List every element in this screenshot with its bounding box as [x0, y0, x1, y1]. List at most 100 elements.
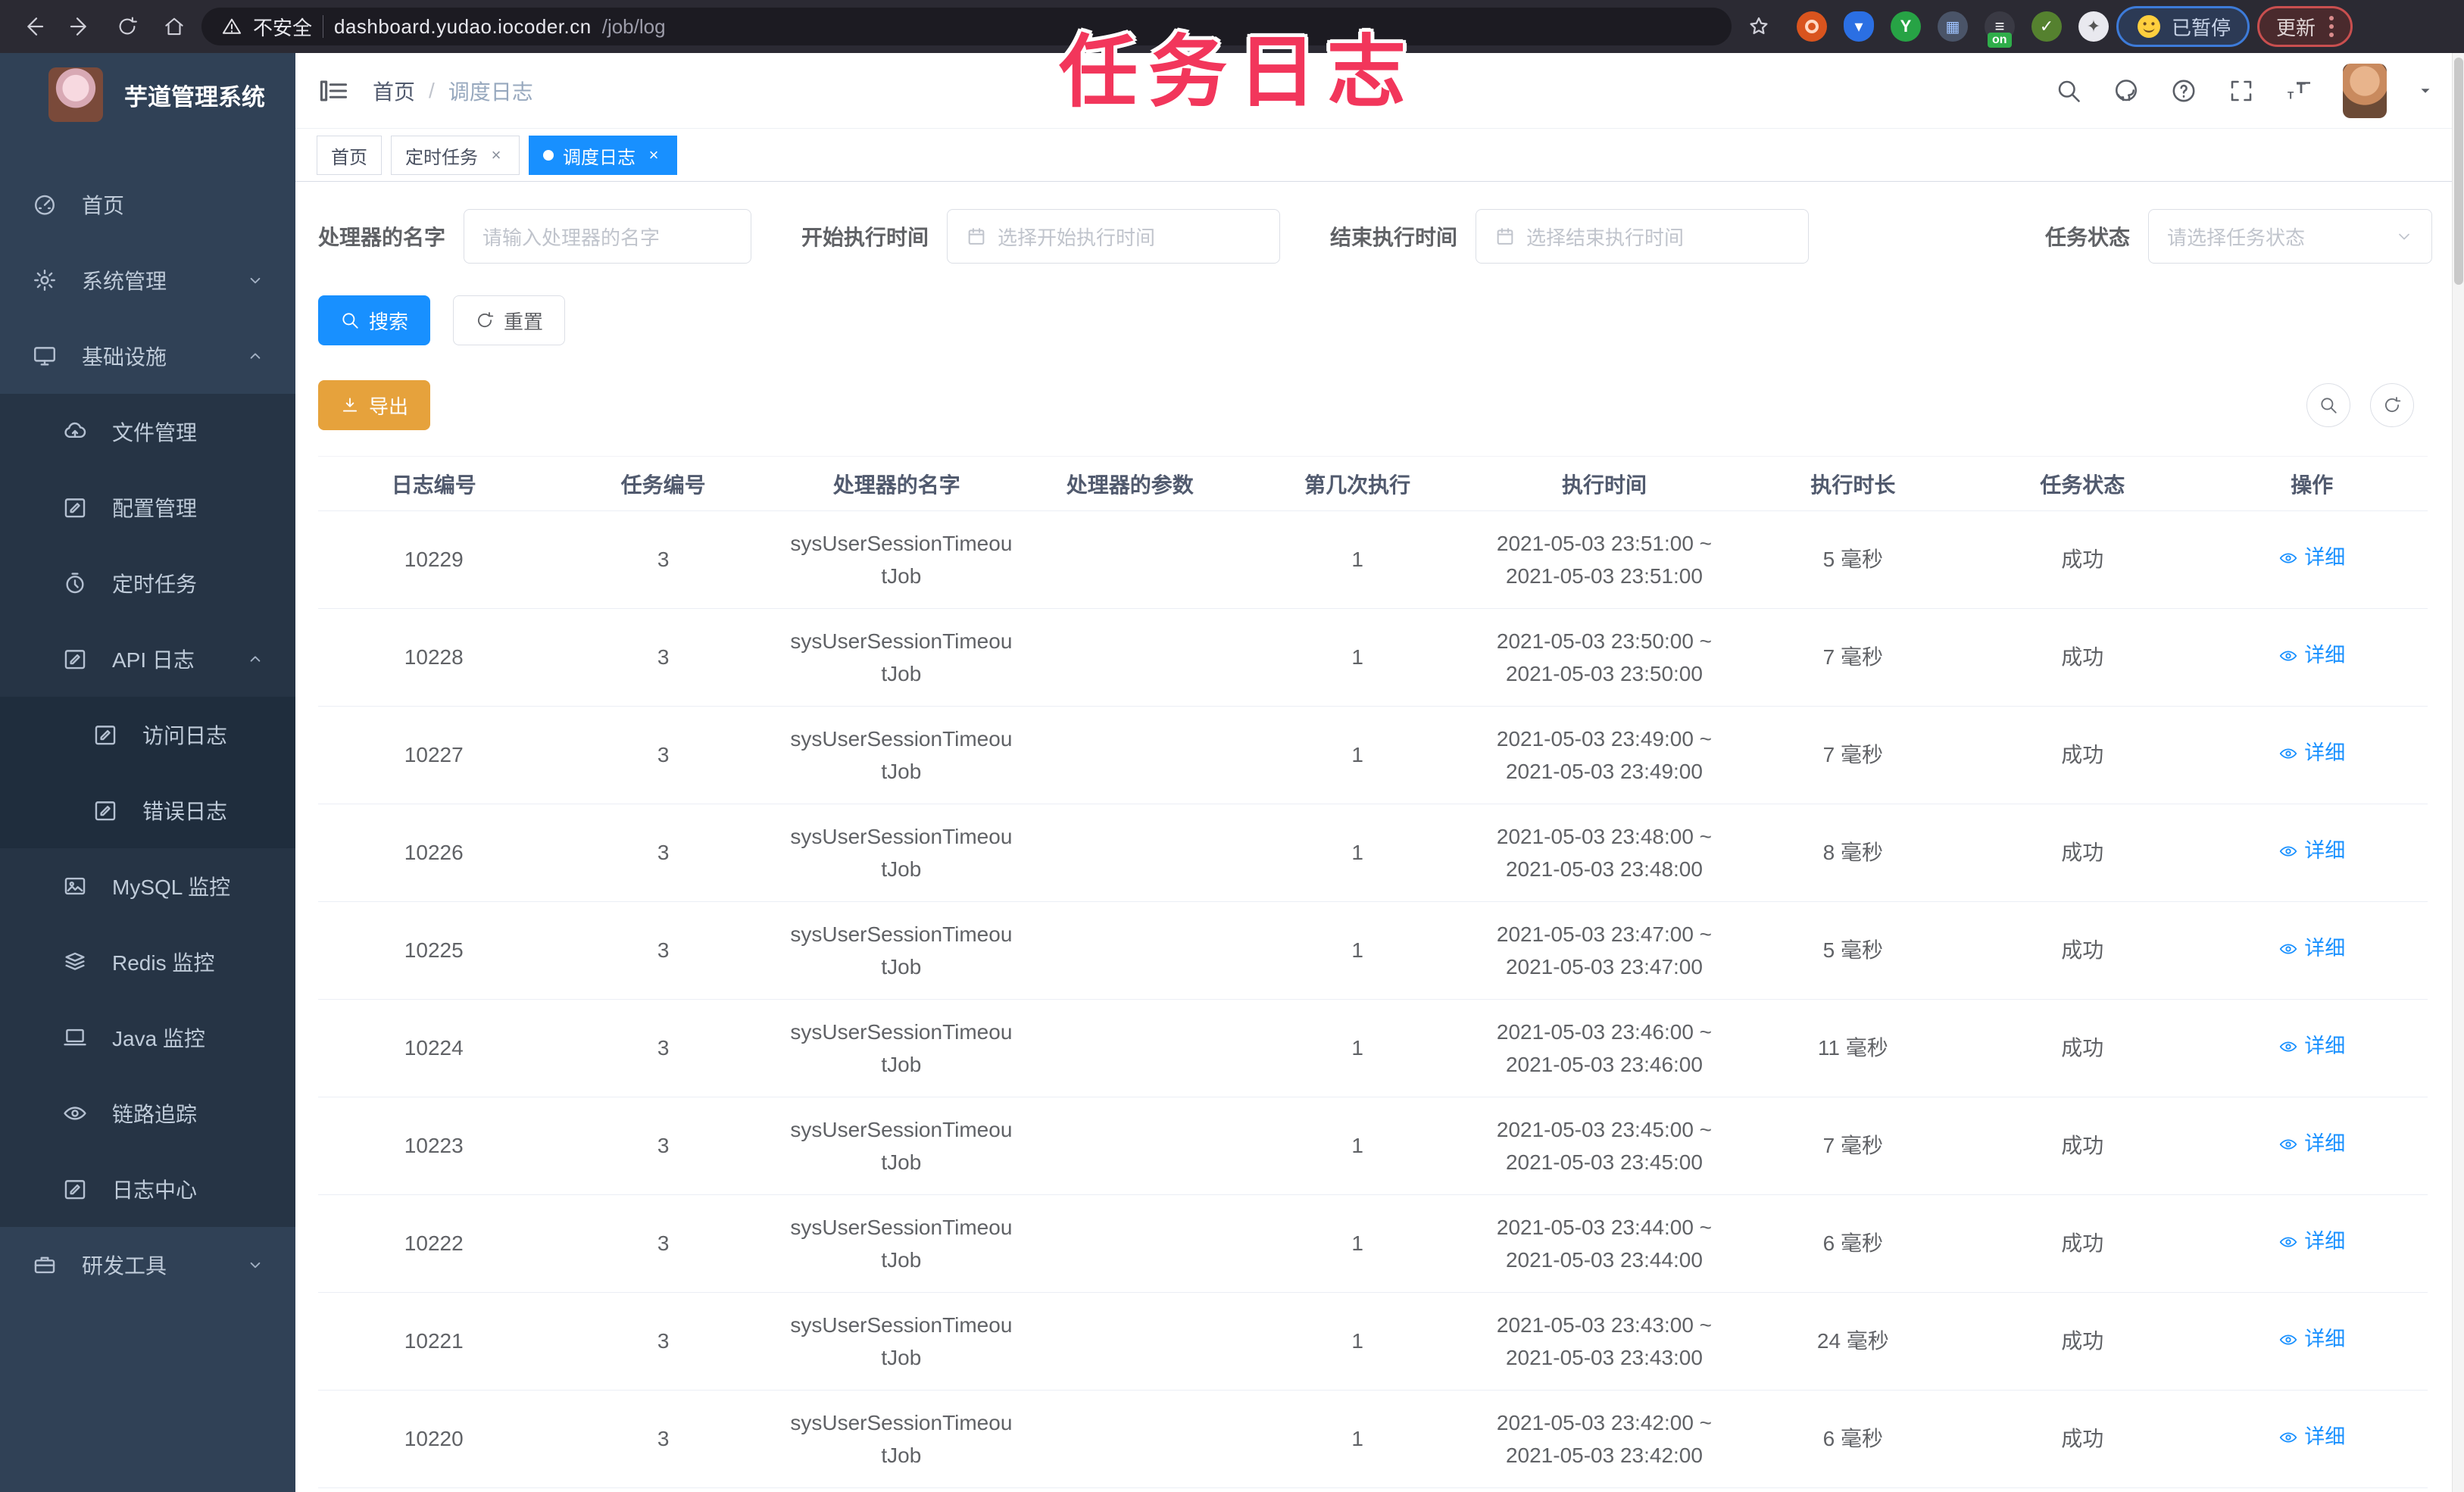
scrollbar-thumb[interactable]: [2454, 58, 2463, 285]
fullscreen-icon[interactable]: [2228, 77, 2255, 105]
puzzle-extension-icon[interactable]: ✦: [2078, 11, 2109, 42]
execute-index-cell: 1: [1243, 901, 1472, 1000]
action-cell: 详细: [2196, 510, 2428, 609]
reload-button[interactable]: [108, 7, 147, 46]
eye-icon: [62, 1100, 88, 1126]
page-scrollbar[interactable]: [2452, 53, 2464, 1492]
handler-name-input[interactable]: 请输入处理器的名字: [464, 209, 752, 264]
home-button[interactable]: [155, 7, 194, 46]
font-size-icon[interactable]: TT: [2285, 77, 2313, 105]
execute-time-cell: 2021-05-03 23:47:00 ~2021-05-03 23:47:00: [1471, 901, 1738, 1000]
action-cell: 详细: [2196, 1390, 2428, 1488]
grid-extension-icon[interactable]: ▦: [1938, 11, 1968, 42]
sidebar-item-system-mgmt[interactable]: 系统管理: [0, 242, 295, 318]
orange-extension-icon[interactable]: [1797, 11, 1827, 42]
table-row: 10221 3 sysUserSessionTimeoutJob 1 2021-05-0…: [318, 1292, 2428, 1391]
refresh-icon: [477, 312, 494, 327]
active-dot: [543, 150, 554, 161]
detail-link[interactable]: 详细: [2278, 1422, 2345, 1453]
green-leaf-extension-icon[interactable]: ✓: [2031, 11, 2062, 42]
sidebar-item-redis-monitor[interactable]: Redis 监控: [0, 924, 295, 1000]
action-cell: 详细: [2196, 1097, 2428, 1195]
detail-link[interactable]: 详细: [2278, 640, 2345, 672]
detail-link[interactable]: 详细: [2278, 1031, 2345, 1063]
help-icon[interactable]: [2170, 77, 2197, 105]
sidebar-item-trace[interactable]: 链路追踪: [0, 1075, 295, 1151]
update-button[interactable]: 更新: [2257, 6, 2353, 47]
detail-link[interactable]: 详细: [2278, 835, 2345, 867]
status-select[interactable]: 请选择任务状态: [2148, 209, 2432, 264]
end-time-label: 结束执行时间: [1330, 226, 1458, 249]
refresh-table-button[interactable]: [2370, 383, 2414, 427]
blue-pin-extension-icon[interactable]: ▾: [1844, 11, 1874, 42]
end-time-input[interactable]: 选择结束执行时间: [1476, 209, 1810, 264]
column-header: 处理器的名字: [776, 456, 1017, 511]
monitor-icon: [32, 343, 58, 369]
tab-job-log[interactable]: 调度日志 ×: [529, 136, 677, 175]
sidebar-item-java-monitor[interactable]: Java 监控: [0, 1000, 295, 1075]
sidebar-item-dev-tools[interactable]: 研发工具: [0, 1227, 295, 1303]
caret-down-icon[interactable]: [2417, 83, 2434, 99]
on-switch-extension-icon[interactable]: on ≡: [1985, 11, 2015, 48]
execute-time-cell: 2021-05-03 23:50:00 ~2021-05-03 23:50:00: [1471, 608, 1738, 707]
detail-link[interactable]: 详细: [2278, 1324, 2345, 1356]
sidebar-item-mysql-monitor[interactable]: MySQL 监控: [0, 848, 295, 924]
sidebar-item-infrastructure[interactable]: 基础设施: [0, 318, 295, 394]
handler-param-cell: [1016, 1390, 1244, 1488]
avatar[interactable]: [2343, 63, 2387, 118]
sidebar-item-log-center[interactable]: 日志中心: [0, 1151, 295, 1227]
chevron-down-icon: [245, 1255, 265, 1275]
tab-timed-task[interactable]: 定时任务 ×: [391, 136, 520, 175]
collapse-sidebar-icon[interactable]: [317, 74, 350, 108]
log-id-cell: 10220: [318, 1390, 550, 1488]
tab-close-icon[interactable]: ×: [645, 145, 663, 164]
detail-link[interactable]: 详细: [2278, 738, 2345, 769]
detail-link[interactable]: 详细: [2278, 933, 2345, 965]
log-id-cell: 10229: [318, 510, 550, 609]
bookmark-star-icon[interactable]: [1739, 7, 1779, 46]
column-header: 操作: [2196, 456, 2428, 511]
tab-bar: 首页 定时任务 × 调度日志 ×: [295, 129, 2464, 182]
execute-time-cell: 2021-05-03 23:42:00 ~2021-05-03 23:42:00: [1471, 1390, 1738, 1488]
tab-home[interactable]: 首页: [317, 136, 382, 175]
sidebar-item-access-log[interactable]: 访问日志: [0, 697, 295, 773]
green-check-extension-icon[interactable]: Y: [1891, 11, 1921, 42]
menu-kebab-icon[interactable]: [2329, 16, 2334, 37]
paused-badge[interactable]: 已暂停: [2116, 6, 2250, 47]
table-header-row: 日志编号 任务编号 处理器的名字 处理器的参数 第几次执行 执行时间 执行时长 任务状态 操作: [318, 456, 2428, 511]
handler-name-cell: sysUserSessionTimeoutJob: [776, 901, 1017, 1000]
execute-time-cell: 2021-05-03 23:45:00 ~2021-05-03 23:45:00: [1471, 1097, 1738, 1195]
table-row: 10227 3 sysUserSessionTimeoutJob 1 2021-05-0…: [318, 706, 2428, 804]
sidebar-item-timed-task[interactable]: 定时任务: [0, 545, 295, 621]
sidebar-item-config-mgmt[interactable]: 配置管理: [0, 470, 295, 545]
timer-icon: [62, 570, 88, 596]
sidebar-item-home[interactable]: 首页: [0, 167, 295, 242]
sidebar-item-error-log[interactable]: 错误日志: [0, 773, 295, 848]
status-label: 任务状态: [2044, 226, 2130, 249]
forward-button[interactable]: [61, 7, 100, 46]
tab-close-icon[interactable]: ×: [487, 145, 505, 164]
eye-icon: [2280, 1139, 2297, 1150]
status-cell: 成功: [1969, 901, 2197, 1000]
detail-link[interactable]: 详细: [2278, 542, 2345, 574]
search-icon[interactable]: [2055, 77, 2082, 105]
toggle-search-button[interactable]: [2306, 383, 2350, 427]
back-button[interactable]: [14, 7, 53, 46]
url-bar[interactable]: 不安全 dashboard.yudao.iocoder.cn/job/log: [201, 8, 1732, 45]
log-id-cell: 10221: [318, 1292, 550, 1391]
chevron-up-icon: [245, 346, 265, 366]
log-id-cell: 10227: [318, 706, 550, 804]
begin-time-input[interactable]: 选择开始执行时间: [947, 209, 1281, 264]
sidebar-item-file-mgmt[interactable]: 文件管理: [0, 394, 295, 470]
sidebar-item-api-log[interactable]: API 日志: [0, 621, 295, 697]
github-icon[interactable]: [2113, 77, 2140, 105]
search-button[interactable]: 搜索: [318, 295, 431, 345]
breadcrumb-home[interactable]: 首页: [373, 76, 415, 106]
export-button[interactable]: 导出: [318, 380, 431, 430]
reset-button[interactable]: 重置: [453, 295, 566, 345]
detail-link[interactable]: 详细: [2278, 1226, 2345, 1258]
column-header: 执行时长: [1737, 456, 1969, 511]
detail-link[interactable]: 详细: [2278, 1128, 2345, 1160]
handler-param-cell: [1016, 1194, 1244, 1293]
handler-name-cell: sysUserSessionTimeoutJob: [776, 1390, 1017, 1488]
